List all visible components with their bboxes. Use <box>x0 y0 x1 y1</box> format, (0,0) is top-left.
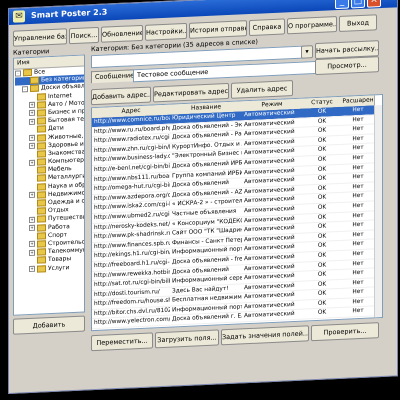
folder-icon <box>37 125 46 133</box>
tree-item-label: Недвижимость <box>48 188 85 198</box>
preview-button[interactable]: Просмотр... <box>315 56 379 76</box>
folder-icon <box>37 117 46 125</box>
tree-item-label: Знакомства <box>48 148 85 158</box>
folder-icon <box>37 215 46 224</box>
add-category-button[interactable]: Добавить <box>13 315 85 335</box>
tree-item-label: Отдых <box>48 206 69 215</box>
folder-icon <box>37 141 46 150</box>
folder-icon <box>37 256 46 264</box>
minimize-icon[interactable]: _ <box>335 0 349 10</box>
delete-address-button[interactable]: Удалить адрес <box>231 80 293 99</box>
expand-toggle-icon[interactable]: + <box>29 142 35 150</box>
expand-toggle-icon[interactable]: + <box>29 134 35 142</box>
tree-item-label: Все <box>34 68 46 76</box>
about-button[interactable]: О программе... <box>287 16 337 35</box>
search-button[interactable]: Поиск... <box>69 26 99 45</box>
screenshot-background: ✉ Smart Poster 2.3 _ □ × Управление базо… <box>0 0 400 400</box>
folder-icon <box>37 133 46 142</box>
tree-item-label: Авто / Мото <box>48 99 85 108</box>
manage-db-button[interactable]: Управление базой... <box>13 28 67 47</box>
category-tree[interactable]: Имя - Все Без категории - Доски объявлений In… <box>13 54 85 316</box>
cell-shared: Нет <box>342 306 374 318</box>
expand-toggle-icon[interactable]: - <box>22 85 28 93</box>
tree-list: - Все Без категории - Доски объявлений Intern… <box>15 67 85 275</box>
folder-icon <box>37 166 46 174</box>
folder-icon <box>37 92 46 101</box>
folder-icon <box>37 150 46 158</box>
tree-item-label: Мебель <box>48 165 72 174</box>
tree-item-label: Internet <box>48 91 72 100</box>
help-button[interactable]: Справка <box>249 18 285 37</box>
expand-toggle-icon[interactable]: + <box>29 265 35 273</box>
expand-toggle-icon[interactable]: + <box>29 216 35 223</box>
tree-item[interactable]: + Услуги <box>15 263 84 274</box>
folder-icon <box>37 240 46 248</box>
tree-item-label: Одежда и обувь <box>48 196 85 207</box>
expand-toggle-icon[interactable]: + <box>29 102 35 109</box>
folder-icon <box>37 191 46 199</box>
settings-button[interactable]: Настройки... <box>145 22 187 41</box>
folder-icon <box>37 158 46 166</box>
folder-icon <box>37 264 46 273</box>
app-icon: ✉ <box>13 10 25 23</box>
check-button[interactable]: Проверить... <box>311 322 379 342</box>
chevron-down-icon[interactable]: ▾ <box>301 45 313 59</box>
folder-icon <box>37 207 46 215</box>
folder-icon <box>37 223 46 232</box>
expand-toggle-icon[interactable]: + <box>29 192 35 199</box>
tree-item-label: Бытовая техника и <box>48 114 85 125</box>
tree-item-label: Услуги <box>48 263 70 272</box>
folder-icon <box>30 84 39 93</box>
set-field-values-button[interactable]: Задать значения полей... <box>221 325 309 346</box>
maximize-icon[interactable]: □ <box>351 0 365 9</box>
tree-item-label: Спорт <box>48 231 68 239</box>
folder-icon <box>37 248 46 256</box>
expand-toggle-icon[interactable]: + <box>29 241 35 248</box>
folder-icon <box>37 232 46 240</box>
expand-toggle-icon[interactable]: + <box>29 249 35 256</box>
expand-toggle-icon[interactable]: + <box>29 224 35 232</box>
expand-toggle-icon[interactable]: + <box>29 118 35 125</box>
folder-icon <box>23 68 32 77</box>
move-button[interactable]: Переместить... <box>91 332 153 352</box>
expand-toggle-icon[interactable]: + <box>29 159 35 166</box>
app-window: ✉ Smart Poster 2.3 _ □ × Управление базо… <box>8 0 398 395</box>
load-fields-button[interactable]: Загрузить поля... <box>155 329 219 349</box>
tree-item-label: Металлургия <box>48 172 85 182</box>
folder-icon <box>37 182 46 191</box>
history-button[interactable]: История отправки... <box>189 20 247 39</box>
folder-icon <box>37 109 46 117</box>
tree-item-label: Работа <box>48 222 70 231</box>
window-title: Smart Poster 2.3 <box>31 7 108 20</box>
tree-item-label: Товары <box>48 255 72 264</box>
edit-address-button[interactable]: Редактировать адрес... <box>153 82 229 103</box>
cell-mode: Автоматический <box>242 309 302 322</box>
folder-icon <box>37 199 46 207</box>
tab-message[interactable]: Сообщение <box>91 69 139 84</box>
exit-button[interactable]: Выход <box>339 14 377 32</box>
close-icon[interactable]: × <box>367 0 381 8</box>
folder-icon <box>30 76 39 85</box>
address-table[interactable]: Адрес Название Режим Статус Расшарен htt… <box>91 93 383 332</box>
table-scrollbar[interactable] <box>374 105 382 318</box>
folder-icon <box>37 101 46 109</box>
update-button[interactable]: Обновление <box>101 24 143 43</box>
expand-toggle-icon[interactable]: + <box>29 110 35 117</box>
cell-status: OK <box>302 307 342 320</box>
tree-item-label: Дети <box>48 124 64 133</box>
expand-toggle-icon[interactable]: - <box>15 69 21 77</box>
folder-icon <box>37 174 46 183</box>
add-address-button[interactable]: Добавить адрес... <box>91 86 151 106</box>
address-table-body: http://www.comnice.ru/board.php Юридическ… <box>92 105 374 329</box>
categories-label: Категории <box>13 47 50 57</box>
